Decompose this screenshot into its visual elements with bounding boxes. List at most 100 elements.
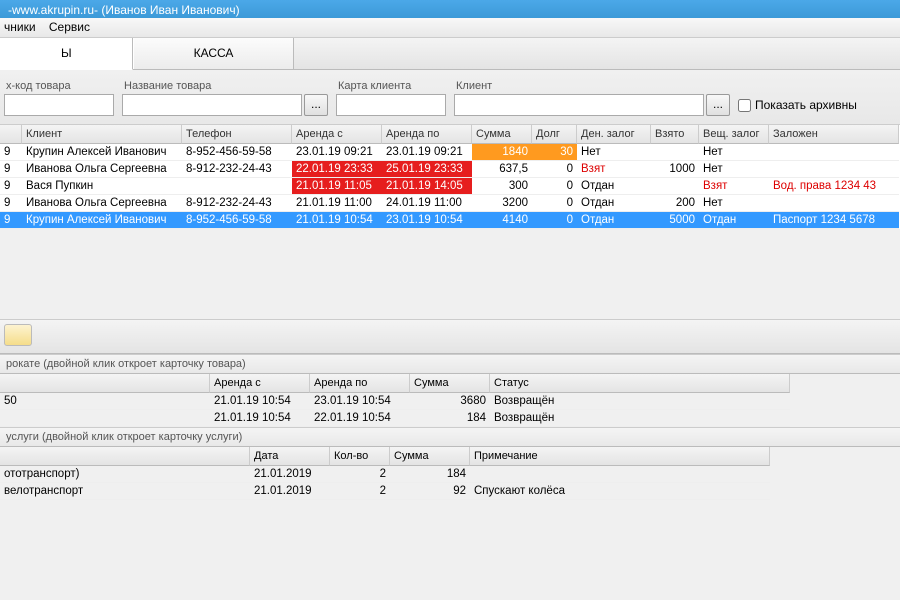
cell-sum: 637,5 xyxy=(472,161,532,178)
cell-n: 9 xyxy=(0,144,22,161)
column-header[interactable]: Сумма xyxy=(390,447,470,466)
cell-sum: 1840 xyxy=(472,144,532,161)
show-archive-label: Показать архивны xyxy=(755,98,857,112)
table-row[interactable]: 9Иванова Ольга Сергеевна8-912-232-24-432… xyxy=(0,195,900,212)
table-row[interactable]: 9Крупин Алексей Иванович8-952-456-59-58 2… xyxy=(0,212,900,229)
items-section-header: рокате (двойной клик откроет карточку то… xyxy=(0,354,900,374)
column-header[interactable]: Примечание xyxy=(470,447,770,466)
cell-from: 21.01.19 10:54 xyxy=(210,393,310,410)
cell-from: 21.01.19 11:05 xyxy=(292,178,382,195)
menu-item[interactable]: Сервис xyxy=(49,20,90,34)
services-section-header: услуги (двойной клик откроет карточку ус… xyxy=(0,427,900,447)
column-header[interactable]: Ден. залог xyxy=(577,125,651,144)
cell-vz xyxy=(651,178,699,195)
column-header[interactable]: Заложен xyxy=(769,125,899,144)
column-header[interactable]: Аренда с xyxy=(292,125,382,144)
table-row[interactable]: велотранспорт21.01.2019292Спускают колёс… xyxy=(0,483,900,500)
column-header[interactable]: Кол-во xyxy=(330,447,390,466)
cell-to: 25.01.19 23:33 xyxy=(382,161,472,178)
barcode-input[interactable] xyxy=(4,94,114,116)
product-lookup-button[interactable]: ... xyxy=(304,94,328,116)
card-input[interactable] xyxy=(336,94,446,116)
table-row[interactable]: 21.01.19 10:5422.01.19 10:54184Возвращён xyxy=(0,410,900,427)
cell-ves: Нет xyxy=(699,195,769,212)
column-header[interactable]: Взято xyxy=(651,125,699,144)
column-header[interactable]: Долг xyxy=(532,125,577,144)
panel-gap xyxy=(0,229,900,319)
column-header[interactable]: Аренда с xyxy=(210,374,310,393)
tab-kassa[interactable]: КАССА xyxy=(133,38,295,69)
cell-note: Спускают колёса xyxy=(470,483,770,500)
cell-client: Иванова Ольга Сергеевна xyxy=(22,161,182,178)
cell-den: Нет xyxy=(577,144,651,161)
cell-to: 24.01.19 11:00 xyxy=(382,195,472,212)
product-name-input[interactable] xyxy=(122,94,302,116)
column-header[interactable] xyxy=(0,447,250,466)
cell-dolg: 0 xyxy=(532,195,577,212)
cell-ves: Отдан xyxy=(699,212,769,229)
cell-client: Вася Пупкин xyxy=(22,178,182,195)
column-header[interactable] xyxy=(0,374,210,393)
client-input[interactable] xyxy=(454,94,704,116)
cell-to: 23.01.19 09:21 xyxy=(382,144,472,161)
cell-zal xyxy=(769,195,899,212)
client-lookup-button[interactable]: ... xyxy=(706,94,730,116)
cell-date: 21.01.2019 xyxy=(250,483,330,500)
cell-name xyxy=(0,410,210,427)
cell-name: велотранспорт xyxy=(0,483,250,500)
column-header[interactable] xyxy=(0,125,22,144)
cell-zal xyxy=(769,161,899,178)
column-header[interactable]: Аренда по xyxy=(382,125,472,144)
cell-ves: Взят xyxy=(699,178,769,195)
cell-tel: 8-952-456-59-58 xyxy=(182,212,292,229)
cell-n: 9 xyxy=(0,212,22,229)
cell-vz: 1000 xyxy=(651,161,699,178)
titlebar: -www.akrupin.ru- (Иванов Иван Иванович) xyxy=(0,0,900,18)
column-header[interactable]: Сумма xyxy=(410,374,490,393)
orders-grid[interactable]: КлиентТелефонАренда сАренда поСуммаДолгД… xyxy=(0,125,900,229)
cell-from: 21.01.19 10:54 xyxy=(210,410,310,427)
table-row[interactable]: 9Крупин Алексей Иванович8-952-456-59-582… xyxy=(0,144,900,161)
cell-client: Иванова Ольга Сергеевна xyxy=(22,195,182,212)
cell-den: Отдан xyxy=(577,212,651,229)
cell-tel: 8-952-456-59-58 xyxy=(182,144,292,161)
tab-orders[interactable]: Ы xyxy=(0,38,133,70)
cell-dolg: 0 xyxy=(532,178,577,195)
table-row[interactable]: 9Иванова Ольга Сергеевна8-912-232-24-43 2… xyxy=(0,161,900,178)
client-label: Клиент xyxy=(456,80,730,92)
table-row[interactable]: ототранспорт)21.01.20192184 xyxy=(0,466,900,483)
cell-den: Отдан xyxy=(577,195,651,212)
cell-sum: 184 xyxy=(410,410,490,427)
cell-to: 23.01.19 10:54 xyxy=(382,212,472,229)
cell-tel: 8-912-232-24-43 xyxy=(182,161,292,178)
menubar: чники Сервис xyxy=(0,18,900,38)
barcode-label: х-код товара xyxy=(6,80,114,92)
column-header[interactable]: Телефон xyxy=(182,125,292,144)
menu-item[interactable]: чники xyxy=(4,20,36,34)
filter-bar: х-код товара Название товара ... Карта к… xyxy=(0,70,900,125)
column-header[interactable]: Статус xyxy=(490,374,790,393)
card-icon-button[interactable] xyxy=(4,324,32,346)
column-header[interactable]: Сумма xyxy=(472,125,532,144)
column-header[interactable]: Вещ. залог xyxy=(699,125,769,144)
column-header[interactable]: Аренда по xyxy=(310,374,410,393)
cell-to: 22.01.19 10:54 xyxy=(310,410,410,427)
cell-client: Крупин Алексей Иванович xyxy=(22,144,182,161)
cell-dolg: 0 xyxy=(532,212,577,229)
cell-client: Крупин Алексей Иванович xyxy=(22,212,182,229)
column-header[interactable]: Дата xyxy=(250,447,330,466)
cell-vz xyxy=(651,144,699,161)
table-row[interactable]: 5021.01.19 10:5423.01.19 10:543680Возвра… xyxy=(0,393,900,410)
table-row[interactable]: 9Вася Пупкин 21.01.19 11:0521.01.19 14:05… xyxy=(0,178,900,195)
cell-to: 21.01.19 14:05 xyxy=(382,178,472,195)
cell-den: Взят xyxy=(577,161,651,178)
column-header[interactable]: Клиент xyxy=(22,125,182,144)
cell-from: 23.01.19 09:21 xyxy=(292,144,382,161)
cell-n: 9 xyxy=(0,161,22,178)
show-archive-checkbox[interactable] xyxy=(738,99,751,112)
window-title: -www.akrupin.ru- (Иванов Иван Иванович) xyxy=(8,3,240,15)
cell-n: 9 xyxy=(0,178,22,195)
detail-toolbar xyxy=(0,319,900,354)
cell-sum: 3680 xyxy=(410,393,490,410)
cell-name: ототранспорт) xyxy=(0,466,250,483)
